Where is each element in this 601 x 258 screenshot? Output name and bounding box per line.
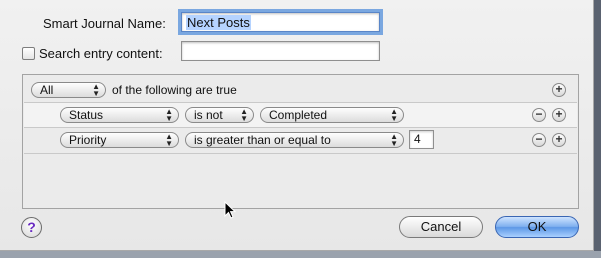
journal-name-field[interactable]: Next Posts bbox=[178, 9, 383, 35]
rule-1-value-popup[interactable]: Completed ▲ ▼ bbox=[260, 107, 404, 123]
rule-1-field-popup[interactable]: Status ▲ ▼ bbox=[60, 107, 179, 123]
add-rule-after-1-icon[interactable]: + bbox=[552, 108, 566, 122]
rule-1-operator-popup[interactable]: is not ▲ ▼ bbox=[185, 107, 254, 123]
popup-arrows-icon: ▲ ▼ bbox=[390, 132, 398, 148]
match-popup[interactable]: All ▲ ▼ bbox=[31, 82, 106, 98]
search-content-label: Search entry content: bbox=[39, 46, 163, 61]
ok-button[interactable]: OK bbox=[495, 216, 579, 238]
rule-2-value-field[interactable]: 4 bbox=[409, 130, 434, 149]
popup-arrows-icon: ▲ ▼ bbox=[165, 132, 173, 148]
cancel-button[interactable]: Cancel bbox=[399, 216, 483, 238]
remove-rule-1-icon[interactable]: − bbox=[532, 108, 546, 122]
window-edge-bottom bbox=[0, 251, 601, 258]
rule-2-field-popup[interactable]: Priority ▲ ▼ bbox=[60, 132, 179, 148]
match-value: All bbox=[40, 83, 54, 97]
popup-arrows-icon: ▲ ▼ bbox=[390, 107, 398, 123]
criteria-box: All ▲ ▼ of the following are true + Statu… bbox=[22, 74, 579, 209]
popup-arrows-icon: ▲ ▼ bbox=[92, 82, 100, 98]
add-rule-after-2-icon[interactable]: + bbox=[552, 133, 566, 147]
rule-1-operator: is not bbox=[194, 108, 223, 122]
rule-2-field: Priority bbox=[69, 133, 107, 147]
add-rule-icon[interactable]: + bbox=[552, 83, 566, 97]
search-content-checkbox[interactable] bbox=[22, 47, 35, 60]
match-suffix: of the following are true bbox=[112, 83, 237, 97]
search-content-field[interactable] bbox=[181, 41, 380, 61]
journal-name-value: Next Posts bbox=[186, 15, 251, 30]
rule-2-operator-popup[interactable]: is greater than or equal to ▲ ▼ bbox=[185, 132, 404, 148]
rule-2-operator: is greater than or equal to bbox=[194, 133, 331, 147]
name-label: Smart Journal Name: bbox=[43, 16, 166, 31]
smart-journal-sheet: Smart Journal Name: Next Posts Search en… bbox=[0, 0, 594, 251]
row-divider bbox=[24, 127, 577, 128]
rule-1-field: Status bbox=[69, 108, 104, 122]
window-edge-right bbox=[594, 0, 601, 258]
popup-arrows-icon: ▲ ▼ bbox=[240, 107, 248, 123]
popup-arrows-icon: ▲ ▼ bbox=[165, 107, 173, 123]
mouse-pointer-icon bbox=[224, 201, 236, 219]
rule-1-value: Completed bbox=[269, 108, 328, 122]
remove-rule-2-icon[interactable]: − bbox=[532, 133, 546, 147]
help-icon[interactable]: ? bbox=[21, 217, 42, 238]
row-divider bbox=[24, 153, 577, 154]
